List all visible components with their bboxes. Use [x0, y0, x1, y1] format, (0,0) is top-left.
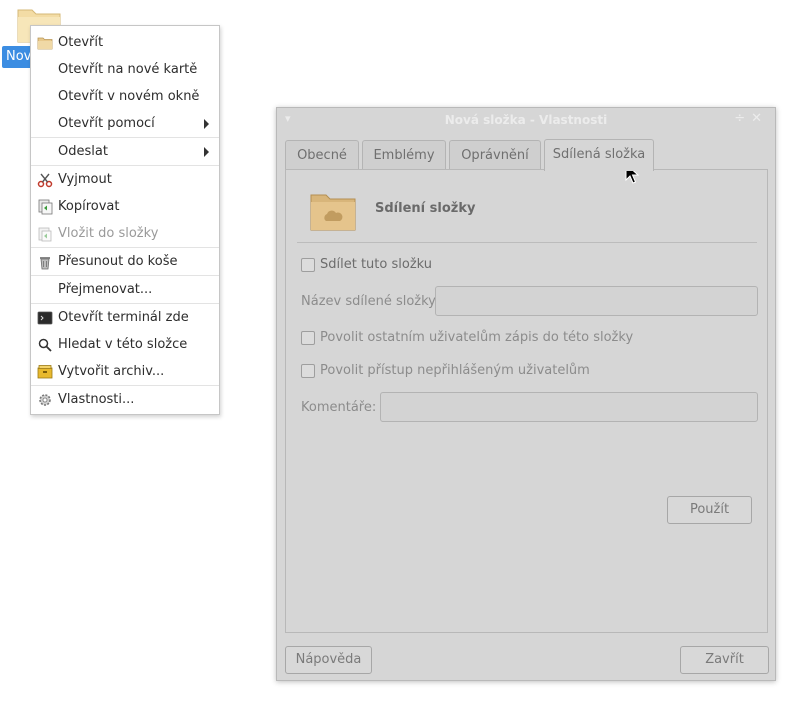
submenu-arrow-icon	[204, 119, 209, 129]
apply-button[interactable]: Použít	[667, 496, 752, 524]
menu-item-properties[interactable]: Vlastnosti...	[31, 386, 219, 413]
menu-item-copy[interactable]: Kopírovat	[31, 193, 219, 220]
submenu-arrow-icon	[204, 147, 209, 157]
comment-input[interactable]	[380, 392, 758, 422]
menu-item-search-folder[interactable]: Hledat v této složce	[31, 331, 219, 358]
terminal-icon	[37, 311, 53, 325]
menu-item-cut[interactable]: Vyjmout	[31, 166, 219, 193]
menu-item-open-terminal[interactable]: Otevřít terminál zde	[31, 304, 219, 331]
properties-dialog: ▾ Nová složka - Vlastnosti ÷✕ Obecné Emb…	[276, 107, 776, 681]
menu-item-label: Přejmenovat...	[58, 282, 153, 297]
shared-folder-panel: Sdílení složky Sdílet tuto složku Název …	[285, 169, 768, 633]
menu-item-label: Kopírovat	[58, 199, 120, 214]
copy-icon	[38, 199, 53, 215]
menu-item-open-new-tab[interactable]: Otevřít na nové kartě	[31, 56, 219, 83]
dialog-titlebar[interactable]: ▾ Nová složka - Vlastnosti ÷✕	[277, 108, 775, 134]
window-controls: ÷✕	[734, 111, 768, 126]
header-divider	[297, 242, 757, 243]
share-name-input[interactable]	[435, 286, 758, 316]
trash-icon	[40, 257, 50, 270]
menu-item-label: Otevřít terminál zde	[58, 310, 189, 325]
allow-write-label: Povolit ostatním uživatelům zápis do tét…	[320, 330, 634, 345]
help-button[interactable]: Nápověda	[285, 646, 372, 674]
tab-shared-folder[interactable]: Sdílená složka	[544, 139, 654, 171]
allow-guest-label: Povolit přístup nepřihlášeným uživatelům	[320, 363, 590, 378]
close-icon[interactable]: ✕	[751, 111, 768, 126]
context-menu: Otevřít Otevřít na nové kartě Otevřít v …	[30, 25, 220, 415]
menu-item-label: Vlastnosti...	[58, 392, 135, 407]
menu-item-rename[interactable]: Přejmenovat...	[31, 276, 219, 303]
paste-icon	[38, 227, 52, 242]
folder-share-icon	[310, 194, 356, 231]
archive-icon	[37, 365, 53, 379]
tab-emblems[interactable]: Emblémy	[362, 140, 446, 169]
close-button[interactable]: Zavřít	[680, 646, 769, 674]
desktop-folder-label: Nová složka	[2, 46, 32, 68]
menu-item-label: Otevřít na nové kartě	[58, 62, 198, 77]
menu-item-label: Odeslat	[58, 144, 108, 159]
menu-item-label: Otevřít v novém okně	[58, 89, 200, 104]
menu-item-label: Vyjmout	[58, 172, 112, 187]
share-name-label: Název sdílené složky:	[301, 294, 440, 309]
menu-item-label: Otevřít	[58, 35, 104, 50]
maximize-icon[interactable]: ÷	[734, 111, 751, 126]
share-folder-checkbox[interactable]	[301, 258, 315, 272]
panel-header-title: Sdílení složky	[375, 201, 476, 216]
gear-icon	[39, 394, 51, 406]
allow-guest-checkbox[interactable]	[301, 364, 315, 378]
menu-item-label: Přesunout do koše	[58, 254, 178, 269]
scissors-icon	[37, 173, 53, 188]
menu-item-label: Vložit do složky	[58, 226, 159, 241]
tab-permissions[interactable]: Oprávnění	[449, 140, 541, 169]
comment-label: Komentáře:	[301, 400, 377, 415]
folder-icon	[37, 37, 53, 50]
menu-item-paste-into-folder[interactable]: Vložit do složky	[31, 220, 219, 247]
tab-general[interactable]: Obecné	[285, 140, 359, 169]
menu-item-label: Hledat v této složce	[58, 337, 188, 352]
menu-item-open-new-window[interactable]: Otevřít v novém okně	[31, 83, 219, 110]
share-folder-label: Sdílet tuto složku	[320, 257, 433, 272]
allow-write-checkbox[interactable]	[301, 331, 315, 345]
menu-item-open[interactable]: Otevřít	[31, 29, 219, 56]
search-icon	[38, 338, 52, 352]
menu-item-send-to[interactable]: Odeslat	[31, 138, 219, 165]
dialog-title: Nová složka - Vlastnosti	[444, 113, 608, 127]
menu-item-open-with[interactable]: Otevřít pomocí	[31, 110, 219, 137]
menu-item-label: Otevřít pomocí	[58, 116, 155, 131]
menu-item-move-to-trash[interactable]: Přesunout do koše	[31, 248, 219, 275]
menu-item-create-archive[interactable]: Vytvořit archiv...	[31, 358, 219, 385]
menu-item-label: Vytvořit archiv...	[58, 364, 165, 379]
